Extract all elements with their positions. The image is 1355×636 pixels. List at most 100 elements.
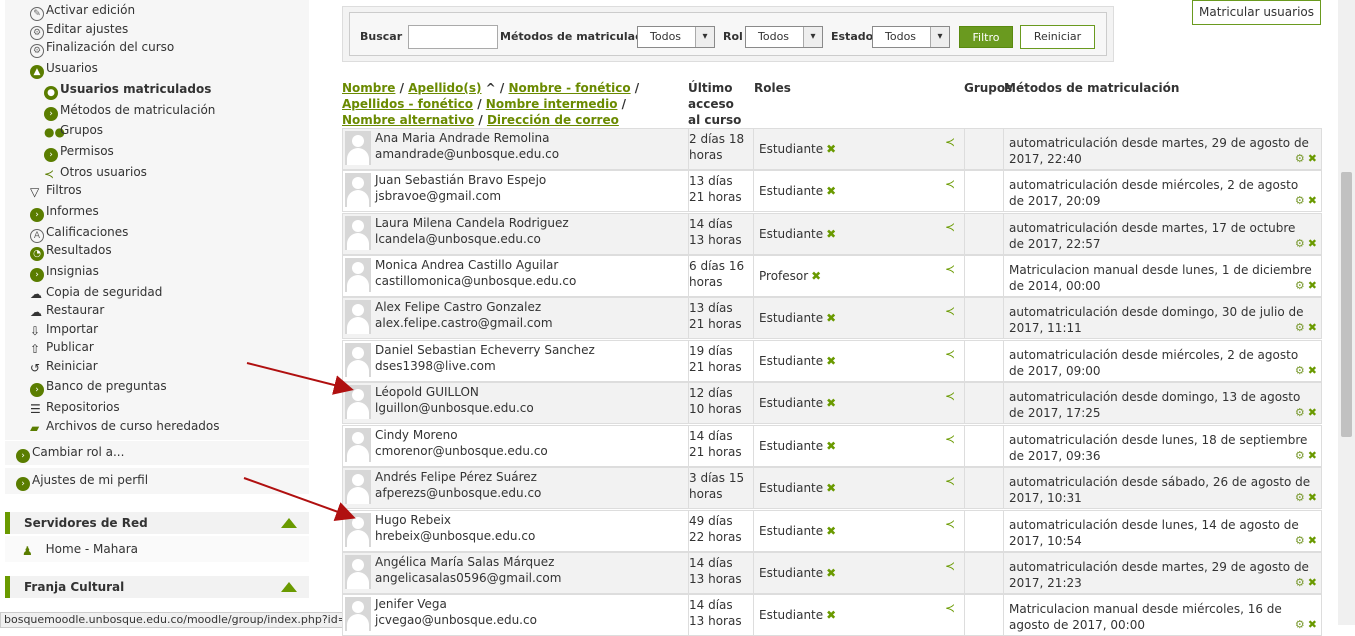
scrollbar-thumb[interactable]: [1341, 172, 1352, 437]
sort-nombre-intermedio-link[interactable]: Nombre intermedio: [486, 97, 618, 111]
sidebar-item-activar-edicion[interactable]: ✎ Activar edición: [30, 1, 135, 21]
ultimo-acceso-header[interactable]: Último acceso al curso: [688, 80, 748, 128]
sidebar-item-otros-usuarios[interactable]: ≺ Otros usuarios: [44, 163, 147, 181]
assign-role-icon[interactable]: ≺: [945, 474, 959, 488]
gear-icon[interactable]: ⚙: [1295, 534, 1305, 547]
remove-role-icon[interactable]: ✖: [826, 566, 836, 580]
unenrol-icon[interactable]: ✖: [1308, 321, 1317, 334]
sort-nombre-fonetico-link[interactable]: Nombre - fonético: [508, 81, 630, 95]
assign-role-icon[interactable]: ≺: [945, 601, 959, 615]
scrollbar[interactable]: [1338, 0, 1355, 625]
user-name-link[interactable]: Juan Sebastián Bravo Espejo: [375, 173, 546, 187]
remove-role-icon[interactable]: ✖: [826, 524, 836, 538]
reiniciar-button[interactable]: Reiniciar: [1020, 25, 1095, 49]
user-name-link[interactable]: Daniel Sebastian Echeverry Sanchez: [375, 343, 595, 357]
gear-icon[interactable]: ⚙: [1295, 406, 1305, 419]
avatar[interactable]: [345, 470, 371, 504]
sidebar-item-insignias[interactable]: › Insignias: [30, 262, 99, 282]
unenrol-icon[interactable]: ✖: [1308, 491, 1317, 504]
sidebar-item-usuarios[interactable]: ▲ Usuarios: [30, 59, 98, 79]
avatar[interactable]: [345, 597, 371, 631]
assign-role-icon[interactable]: ≺: [945, 262, 959, 276]
sidebar-item-importar[interactable]: ⇩ Importar: [30, 320, 98, 338]
collapse-icon[interactable]: [281, 582, 297, 592]
sidebar-item-informes[interactable]: › Informes: [30, 202, 99, 222]
remove-role-icon[interactable]: ✖: [826, 396, 836, 410]
metodos-select[interactable]: Todos ▾: [637, 26, 715, 48]
assign-role-icon[interactable]: ≺: [945, 304, 959, 318]
sidebar-item-copia[interactable]: ☁ Copia de seguridad: [30, 283, 162, 301]
avatar[interactable]: [345, 258, 371, 292]
sidebar-item-calificaciones[interactable]: A Calificaciones: [30, 223, 128, 243]
assign-role-icon[interactable]: ≺: [945, 220, 959, 234]
sidebar-item-metodos[interactable]: › Métodos de matriculación: [44, 101, 215, 121]
unenrol-icon[interactable]: ✖: [1308, 237, 1317, 250]
gear-icon[interactable]: ⚙: [1295, 449, 1305, 462]
estado-select[interactable]: Todos ▾: [872, 26, 950, 48]
collapse-icon[interactable]: [281, 518, 297, 528]
gear-icon[interactable]: ⚙: [1295, 321, 1305, 334]
user-name-link[interactable]: Monica Andrea Castillo Aguilar: [375, 258, 558, 272]
assign-role-icon[interactable]: ≺: [945, 559, 959, 573]
unenrol-icon[interactable]: ✖: [1308, 152, 1317, 165]
sidebar-item-usuarios-matriculados[interactable]: ● Usuarios matriculados: [44, 80, 211, 100]
unenrol-icon[interactable]: ✖: [1308, 534, 1317, 547]
avatar[interactable]: [345, 428, 371, 462]
gear-icon[interactable]: ⚙: [1295, 491, 1305, 504]
sidebar-item-filtros[interactable]: ▽ Filtros: [30, 181, 82, 199]
sidebar-item-repositorios[interactable]: ☰ Repositorios: [30, 398, 120, 416]
sidebar-item-restaurar[interactable]: ☁ Restaurar: [30, 301, 104, 319]
user-name-link[interactable]: Angélica María Salas Márquez: [375, 555, 554, 569]
avatar[interactable]: [345, 385, 371, 419]
remove-role-icon[interactable]: ✖: [826, 439, 836, 453]
gear-icon[interactable]: ⚙: [1295, 194, 1305, 207]
avatar[interactable]: [345, 343, 371, 377]
gear-icon[interactable]: ⚙: [1295, 364, 1305, 377]
sidebar-item-reiniciar[interactable]: ↺ Reiniciar: [30, 357, 98, 375]
block-franja-header[interactable]: Franja Cultural: [5, 576, 309, 598]
sidebar-item-publicar[interactable]: ⇧ Publicar: [30, 338, 94, 356]
avatar[interactable]: [345, 216, 371, 250]
rol-select[interactable]: Todos ▾: [745, 26, 823, 48]
assign-role-icon[interactable]: ≺: [945, 389, 959, 403]
unenrol-icon[interactable]: ✖: [1308, 576, 1317, 589]
user-name-link[interactable]: Alex Felipe Castro Gonzalez: [375, 300, 541, 314]
sidebar-item-archivos[interactable]: ▰ Archivos de curso heredados: [30, 417, 220, 435]
user-name-link[interactable]: Laura Milena Candela Rodriguez: [375, 216, 569, 230]
user-name-link[interactable]: Andrés Felipe Pérez Suárez: [375, 470, 537, 484]
avatar[interactable]: [345, 300, 371, 334]
assign-role-icon[interactable]: ≺: [945, 432, 959, 446]
remove-role-icon[interactable]: ✖: [826, 354, 836, 368]
assign-role-icon[interactable]: ≺: [945, 517, 959, 531]
user-name-link[interactable]: Ana Maria Andrade Remolina: [375, 131, 550, 145]
assign-role-icon[interactable]: ≺: [945, 347, 959, 361]
avatar[interactable]: [345, 555, 371, 589]
sidebar-item-editar-ajustes[interactable]: ⚙ Editar ajustes: [30, 20, 128, 40]
remove-role-icon[interactable]: ✖: [826, 311, 836, 325]
remove-role-icon[interactable]: ✖: [826, 227, 836, 241]
unenrol-icon[interactable]: ✖: [1308, 194, 1317, 207]
matricular-usuarios-button[interactable]: Matricular usuarios: [1192, 0, 1321, 25]
unenrol-icon[interactable]: ✖: [1308, 406, 1317, 419]
sidebar-item-resultados[interactable]: ◔ Resultados: [30, 241, 112, 261]
remove-role-icon[interactable]: ✖: [811, 269, 821, 283]
sort-nombre-alternativo-link[interactable]: Nombre alternativo: [342, 113, 474, 127]
sidebar-item-cambiar-rol[interactable]: › Cambiar rol a...: [16, 443, 124, 463]
gear-icon[interactable]: ⚙: [1295, 279, 1305, 292]
assign-role-icon[interactable]: ≺: [945, 177, 959, 191]
gear-icon[interactable]: ⚙: [1295, 237, 1305, 250]
gear-icon[interactable]: ⚙: [1295, 576, 1305, 589]
remove-role-icon[interactable]: ✖: [826, 184, 836, 198]
sidebar-item-grupos[interactable]: ●●Grupos: [44, 121, 103, 139]
avatar[interactable]: [345, 131, 371, 165]
unenrol-icon[interactable]: ✖: [1308, 364, 1317, 377]
sidebar-item-finalizacion[interactable]: ⚙ Finalización del curso: [30, 38, 174, 58]
block-servidores-header[interactable]: Servidores de Red: [5, 512, 309, 534]
sidebar-item-ajustes-perfil[interactable]: › Ajustes de mi perfil: [16, 471, 148, 491]
avatar[interactable]: [345, 513, 371, 547]
user-name-link[interactable]: Cindy Moreno: [375, 428, 458, 442]
sidebar-item-permisos[interactable]: › Permisos: [44, 142, 114, 162]
sort-direccion-link[interactable]: Dirección de correo: [487, 113, 619, 127]
assign-role-icon[interactable]: ≺: [945, 135, 959, 149]
remove-role-icon[interactable]: ✖: [826, 481, 836, 495]
